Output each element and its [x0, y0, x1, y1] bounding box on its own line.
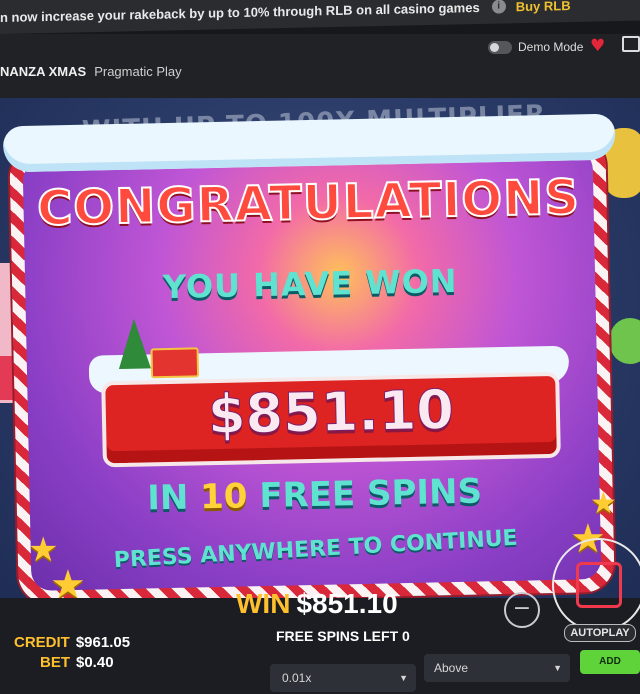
decrease-bet-button[interactable]: − — [504, 592, 540, 628]
christmas-tree-icon — [117, 318, 151, 370]
credit-value: $961.05 — [75, 634, 131, 651]
multiplier-value: 0.01x — [282, 671, 312, 685]
free-spins-text: IN 10 FREE SPINS — [29, 469, 600, 521]
condition-value: Above — [434, 661, 469, 675]
buy-rlb-link[interactable]: Buy RLB — [516, 0, 571, 14]
win-display: WIN $851.10 — [236, 588, 398, 620]
stop-icon[interactable] — [576, 562, 622, 608]
bet-value: $0.40 — [76, 654, 114, 671]
credit-display: CREDIT $961.05 — [14, 634, 130, 651]
win-label: WIN — [236, 588, 291, 619]
continue-prompt[interactable]: PRESS ANYWHERE TO CONTINUE — [31, 521, 602, 578]
free-spins-left: FREE SPINS LEFT 0 — [276, 628, 410, 644]
provider-name[interactable]: Pragmatic Play — [94, 64, 181, 79]
free-spins-prefix: IN — [146, 477, 189, 519]
condition-select[interactable]: Above ▼ — [424, 654, 570, 682]
bet-display: BET $0.40 — [40, 654, 114, 671]
chevron-down-icon: ▼ — [399, 673, 408, 683]
demo-mode-toggle[interactable]: Demo Mode — [488, 40, 583, 54]
multiplier-select[interactable]: 0.01x ▼ — [270, 664, 416, 692]
toggle-switch[interactable] — [488, 40, 512, 54]
credit-label: CREDIT — [14, 634, 70, 651]
fullscreen-icon[interactable] — [622, 36, 640, 52]
congratulations-popup[interactable]: CONGRATULATIONS YOU HAVE WON $851.10 IN … — [2, 113, 616, 605]
win-value: $851.10 — [296, 588, 398, 619]
game-title: NANZA XMAS — [0, 64, 87, 79]
won-amount: $851.10 — [207, 378, 455, 447]
add-button[interactable]: ADD — [580, 650, 640, 674]
info-icon[interactable]: i — [491, 0, 506, 14]
bet-label: BET — [40, 654, 70, 671]
free-spins-number: 10 — [199, 476, 248, 518]
gift-icon — [150, 347, 200, 379]
popup-title: CONGRATULATIONS — [36, 168, 582, 237]
banner-text: n now increase your rakeback by up to 10… — [0, 0, 480, 25]
promo-banner: n now increase your rakeback by up to 10… — [0, 0, 640, 35]
apple-symbol — [610, 318, 640, 364]
free-spins-suffix: FREE SPINS — [258, 471, 483, 517]
demo-mode-label: Demo Mode — [518, 40, 584, 54]
popup-panel: CONGRATULATIONS YOU HAVE WON $851.10 IN … — [22, 149, 602, 591]
popup-subtitle: YOU HAVE WON — [162, 261, 458, 307]
chevron-down-icon: ▼ — [553, 663, 562, 673]
favorite-heart-icon[interactable]: ♥ — [590, 36, 605, 56]
autoplay-button[interactable]: AUTOPLAY — [564, 624, 636, 642]
game-title-row: NANZA XMAS Pragmatic Play — [0, 64, 182, 79]
